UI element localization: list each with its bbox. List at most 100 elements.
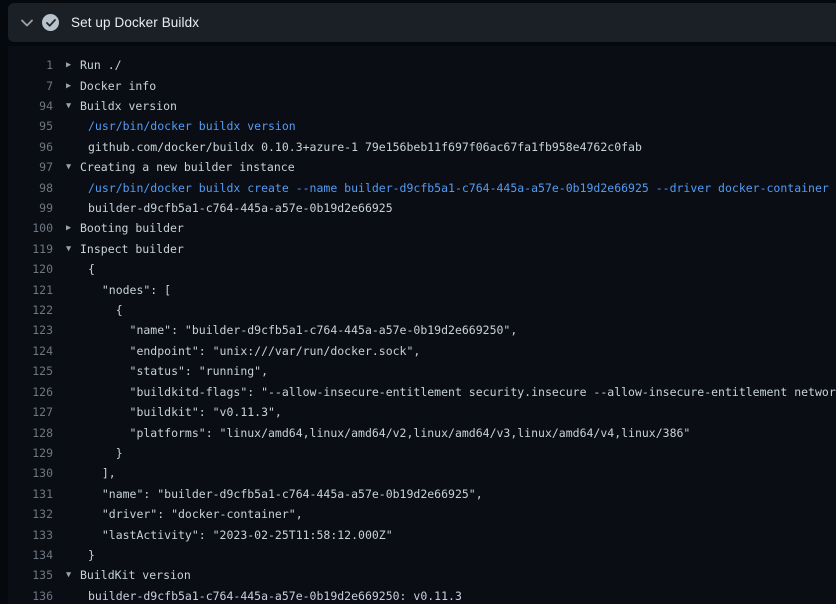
line-number[interactable]: 94 xyxy=(8,99,53,113)
line-content: ▶Docker info xyxy=(53,79,836,93)
line-number[interactable]: 135 xyxy=(8,568,53,582)
line-number[interactable]: 119 xyxy=(8,242,53,256)
line-number[interactable]: 126 xyxy=(8,385,53,399)
output-text: "buildkitd-flags": "--allow-insecure-ent… xyxy=(88,385,836,399)
line-content: "name": "builder-d9cfb5a1-c764-445a-a57e… xyxy=(53,323,836,337)
output-text: "endpoint": "unix:///var/run/docker.sock… xyxy=(88,344,420,358)
line-number[interactable]: 95 xyxy=(8,119,53,133)
log-group-row[interactable]: 100▶Booting builder xyxy=(8,218,836,238)
log-line-row: 98/usr/bin/docker buildx create --name b… xyxy=(8,177,836,197)
output-text: "driver": "docker-container", xyxy=(88,507,303,521)
log-line-row: 134} xyxy=(8,545,836,565)
output-text: github.com/docker/buildx 0.10.3+azure-1 … xyxy=(88,140,642,154)
line-number[interactable]: 122 xyxy=(8,303,53,317)
line-content: } xyxy=(53,548,836,562)
log-group-row[interactable]: 7▶Docker info xyxy=(8,75,836,95)
log-line-row: 129 } xyxy=(8,443,836,463)
output-text: builder-d9cfb5a1-c764-445a-a57e-0b19d2e6… xyxy=(88,201,393,215)
line-number[interactable]: 1 xyxy=(8,58,53,72)
line-number[interactable]: 97 xyxy=(8,160,53,174)
output-text: { xyxy=(88,262,95,276)
line-number[interactable]: 121 xyxy=(8,283,53,297)
group-collapsed-icon[interactable]: ▶ xyxy=(66,223,80,233)
log-group-row[interactable]: 135▼BuildKit version xyxy=(8,565,836,585)
log-viewer[interactable]: 1▶Run ./7▶Docker info94▼Buildx version95… xyxy=(8,46,836,604)
line-content: ], xyxy=(53,466,836,480)
log-line-row: 96 github.com/docker/buildx 0.10.3+azure-… xyxy=(8,137,836,157)
log-line-row: 127 "buildkit": "v0.11.3", xyxy=(8,402,836,422)
line-content: "buildkit": "v0.11.3", xyxy=(53,405,836,419)
log-line-row: 95/usr/bin/docker buildx version xyxy=(8,116,836,136)
line-number[interactable]: 130 xyxy=(8,466,53,480)
output-text: "lastActivity": "2023-02-25T11:58:12.000… xyxy=(88,528,393,542)
output-text: } xyxy=(88,446,123,460)
line-content: github.com/docker/buildx 0.10.3+azure-1 … xyxy=(53,140,836,154)
chevron-down-icon[interactable] xyxy=(12,19,42,27)
line-content: builder-d9cfb5a1-c764-445a-a57e-0b19d2e6… xyxy=(53,589,836,603)
output-text: { xyxy=(88,303,123,317)
line-content: /usr/bin/docker buildx version xyxy=(53,119,836,133)
log-group-row[interactable]: 119▼Inspect builder xyxy=(8,239,836,259)
line-number[interactable]: 125 xyxy=(8,364,53,378)
log-group-row[interactable]: 1 ▶Run ./ xyxy=(8,55,836,75)
log-line-row: 121 "nodes": [ xyxy=(8,279,836,299)
line-content: "driver": "docker-container", xyxy=(53,507,836,521)
group-title: Creating a new builder instance xyxy=(80,160,295,174)
log-group-row[interactable]: 97 ▼Creating a new builder instance xyxy=(8,157,836,177)
line-number[interactable]: 7 xyxy=(8,79,53,93)
log-line-row: 136builder-d9cfb5a1-c764-445a-a57e-0b19d… xyxy=(8,586,836,604)
line-number[interactable]: 134 xyxy=(8,548,53,562)
line-number[interactable]: 98 xyxy=(8,181,53,195)
line-number[interactable]: 96 xyxy=(8,140,53,154)
log-line-row: 120 { xyxy=(8,259,836,279)
line-number[interactable]: 120 xyxy=(8,262,53,276)
log-line-row: 99 builder-d9cfb5a1-c764-445a-a57e-0b19d2… xyxy=(8,198,836,218)
line-content: ▼Inspect builder xyxy=(53,242,836,256)
group-collapsed-icon[interactable]: ▶ xyxy=(66,60,80,70)
log-line-row: 128 "platforms": "linux/amd64,linux/amd6… xyxy=(8,422,836,442)
log-line-row: 124 "endpoint": "unix:///var/run/docker.… xyxy=(8,341,836,361)
group-collapsed-icon[interactable]: ▶ xyxy=(66,81,80,91)
output-text: "buildkit": "v0.11.3", xyxy=(88,405,282,419)
group-expanded-icon[interactable]: ▼ xyxy=(66,570,80,580)
line-number[interactable]: 127 xyxy=(8,405,53,419)
line-number[interactable]: 99 xyxy=(8,201,53,215)
line-number[interactable]: 133 xyxy=(8,528,53,542)
group-expanded-icon[interactable]: ▼ xyxy=(66,244,80,254)
log-line-row: 123 "name": "builder-d9cfb5a1-c764-445a-… xyxy=(8,320,836,340)
line-number[interactable]: 129 xyxy=(8,446,53,460)
log-line-row: 133 "lastActivity": "2023-02-25T11:58:12… xyxy=(8,524,836,544)
step-header[interactable]: Set up Docker Buildx xyxy=(8,3,836,42)
line-number[interactable]: 132 xyxy=(8,507,53,521)
line-content: } xyxy=(53,446,836,460)
group-title: Run ./ xyxy=(80,58,122,72)
output-text: "nodes": [ xyxy=(88,283,171,297)
line-content: "platforms": "linux/amd64,linux/amd64/v2… xyxy=(53,426,836,440)
command-text: /usr/bin/docker buildx version xyxy=(88,119,296,133)
line-number[interactable]: 136 xyxy=(8,589,53,603)
line-content: ▶Booting builder xyxy=(53,221,836,235)
line-number[interactable]: 124 xyxy=(8,344,53,358)
group-title: Buildx version xyxy=(80,99,177,113)
group-expanded-icon[interactable]: ▼ xyxy=(66,162,80,172)
step-title: Set up Docker Buildx xyxy=(71,15,199,30)
group-title: Booting builder xyxy=(80,221,184,235)
group-title: BuildKit version xyxy=(80,568,191,582)
line-content: /usr/bin/docker buildx create --name bui… xyxy=(53,181,836,195)
log-line-row: 126 "buildkitd-flags": "--allow-insecure… xyxy=(8,382,836,402)
line-content: "status": "running", xyxy=(53,364,836,378)
line-number[interactable]: 100 xyxy=(8,221,53,235)
line-number[interactable]: 123 xyxy=(8,323,53,337)
output-text: ], xyxy=(88,466,116,480)
line-number[interactable]: 128 xyxy=(8,426,53,440)
line-content: "lastActivity": "2023-02-25T11:58:12.000… xyxy=(53,528,836,542)
group-title: Docker info xyxy=(80,79,156,93)
line-content: ▼BuildKit version xyxy=(53,568,836,582)
group-expanded-icon[interactable]: ▼ xyxy=(66,101,80,111)
line-content: "buildkitd-flags": "--allow-insecure-ent… xyxy=(53,385,836,399)
log-group-row[interactable]: 94 ▼Buildx version xyxy=(8,96,836,116)
log-line-row: 130 ], xyxy=(8,463,836,483)
line-number[interactable]: 131 xyxy=(8,487,53,501)
log-line-row: 132 "driver": "docker-container", xyxy=(8,504,836,524)
output-text: } xyxy=(88,548,95,562)
